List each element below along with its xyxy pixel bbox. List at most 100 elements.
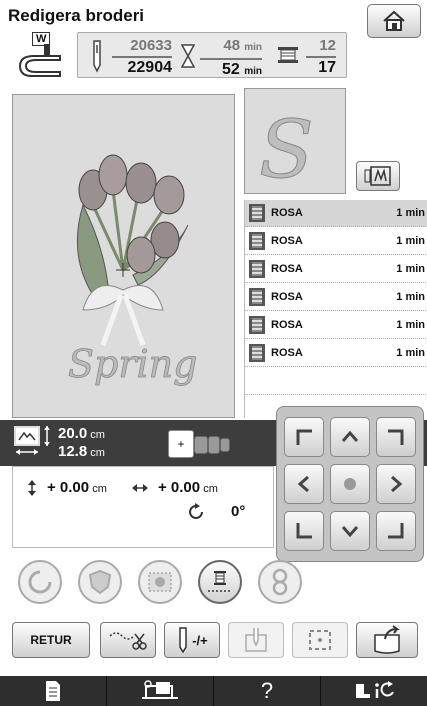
figure-eight-icon bbox=[272, 568, 288, 596]
cut-jump-button[interactable] bbox=[100, 622, 156, 658]
shield-icon bbox=[88, 569, 112, 595]
rotate-icon bbox=[189, 503, 203, 519]
thread-color-list: ROSA 1 min ROSA 1 min ROSA 1 min ROSA 1 … bbox=[244, 200, 427, 418]
trial-frame-button[interactable] bbox=[292, 622, 348, 658]
size-unit: cm bbox=[90, 429, 105, 441]
center-dot-icon bbox=[344, 478, 356, 490]
stitch-count-current: 20633 bbox=[112, 37, 172, 58]
rotation-angle: 0° bbox=[231, 503, 246, 520]
color-time: 1 min bbox=[396, 319, 425, 331]
pocket-save-icon bbox=[374, 625, 400, 654]
size-icon bbox=[14, 426, 40, 446]
color-count-total: 17 bbox=[318, 59, 336, 76]
color-count-current: 12 bbox=[306, 37, 336, 58]
stitch-order-button[interactable] bbox=[258, 560, 302, 604]
color-row[interactable]: ROSA 1 min bbox=[245, 312, 427, 339]
time-unit-bottom: min bbox=[244, 66, 262, 77]
vertical-arrow-icon bbox=[28, 480, 36, 496]
color-row[interactable]: ROSA 1 min bbox=[245, 340, 427, 367]
thread-spool-icon bbox=[249, 204, 265, 222]
document-icon bbox=[46, 681, 60, 701]
move-up-button[interactable] bbox=[330, 417, 370, 457]
move-down-left-button[interactable] bbox=[284, 511, 324, 551]
color-name: ROSA bbox=[271, 207, 303, 219]
back-button[interactable]: RETUR bbox=[12, 622, 90, 658]
presser-foot-info-icon bbox=[356, 681, 394, 698]
move-down-right-button[interactable] bbox=[376, 511, 416, 551]
color-time: 1 min bbox=[396, 207, 425, 219]
needle-icon bbox=[179, 627, 187, 653]
thread-spool-icon bbox=[249, 344, 265, 362]
move-up-left-button[interactable] bbox=[284, 417, 324, 457]
help-button[interactable]: ? bbox=[214, 676, 321, 706]
hoop-selected-icon: + bbox=[168, 430, 194, 458]
corner-up-left-icon bbox=[296, 429, 312, 445]
thumb-letter: S bbox=[259, 103, 314, 193]
size-unit: cm bbox=[90, 447, 105, 459]
rotate-icon bbox=[28, 570, 52, 594]
view-toggle-button[interactable] bbox=[356, 161, 400, 191]
rotate-button[interactable] bbox=[18, 560, 62, 604]
position-y: + 0.00 bbox=[47, 479, 90, 496]
color-row[interactable]: ROSA 1 min bbox=[245, 256, 427, 283]
scissors-icon bbox=[109, 632, 147, 650]
home-button[interactable] bbox=[367, 4, 421, 38]
dashed-frame-icon bbox=[309, 630, 331, 650]
color-time: 1 min bbox=[396, 291, 425, 303]
hourglass-icon bbox=[180, 44, 196, 68]
machine-settings-button[interactable] bbox=[107, 676, 214, 706]
position-unit: cm bbox=[92, 483, 107, 495]
color-name: ROSA bbox=[271, 291, 303, 303]
needle-count-button[interactable]: -/+ bbox=[164, 622, 220, 658]
thread-spool-icon bbox=[249, 288, 265, 306]
chevron-left-icon bbox=[297, 475, 309, 493]
design-image: Spring bbox=[68, 154, 198, 386]
chevron-right-icon bbox=[391, 475, 403, 493]
thread-spool-icon bbox=[249, 232, 265, 250]
time-unit-top: min bbox=[244, 42, 262, 53]
thread-spool-icon bbox=[208, 571, 232, 592]
color-time: 1 min bbox=[396, 263, 425, 275]
flower-frame-icon bbox=[148, 572, 172, 592]
memory-button[interactable] bbox=[356, 622, 418, 658]
color-row[interactable]: ROSA 1 min bbox=[245, 200, 427, 227]
move-up-right-button[interactable] bbox=[376, 417, 416, 457]
corner-down-left-icon bbox=[296, 523, 312, 539]
thread-spool-icon bbox=[278, 47, 298, 63]
start-point-button[interactable] bbox=[228, 622, 284, 658]
frame-view-button[interactable] bbox=[138, 560, 182, 604]
position-x: + 0.00 bbox=[158, 479, 201, 496]
needle-icon bbox=[93, 40, 101, 73]
move-arrow-pad bbox=[276, 406, 424, 562]
color-name: ROSA bbox=[271, 319, 303, 331]
info-button[interactable] bbox=[321, 676, 427, 706]
move-left-button[interactable] bbox=[284, 464, 324, 504]
documents-button[interactable] bbox=[0, 676, 107, 706]
thread-color-button[interactable] bbox=[198, 560, 242, 604]
size-height: 12.8 bbox=[58, 443, 88, 460]
color-name: ROSA bbox=[271, 347, 303, 359]
home-icon bbox=[383, 10, 405, 31]
color-name: ROSA bbox=[271, 235, 303, 247]
time-total: 52 bbox=[221, 61, 240, 78]
position-unit: cm bbox=[203, 483, 218, 495]
density-button[interactable] bbox=[78, 560, 122, 604]
center-button[interactable] bbox=[330, 464, 370, 504]
position-panel: + 0.00 cm + 0.00 cm 0° bbox=[12, 466, 274, 548]
color-row[interactable]: ROSA 1 min bbox=[245, 228, 427, 255]
height-arrow-icon bbox=[44, 426, 50, 446]
thread-spool-icon bbox=[249, 316, 265, 334]
thread-spool-icon bbox=[249, 260, 265, 278]
hoop-icon bbox=[208, 436, 220, 454]
design-thumbnail: S bbox=[244, 88, 346, 197]
needle-start-icon bbox=[245, 628, 267, 652]
page-title: Redigera broderi bbox=[8, 6, 145, 25]
color-row[interactable]: ROSA 1 min bbox=[245, 284, 427, 311]
needle-count-label: -/+ bbox=[192, 632, 208, 648]
size-width: 20.0 bbox=[58, 425, 88, 442]
move-right-button[interactable] bbox=[376, 464, 416, 504]
bottom-toolbar: ? bbox=[0, 676, 427, 706]
embroidery-preview[interactable]: Spring bbox=[12, 94, 235, 418]
move-down-button[interactable] bbox=[330, 511, 370, 551]
color-row-empty bbox=[245, 368, 427, 395]
